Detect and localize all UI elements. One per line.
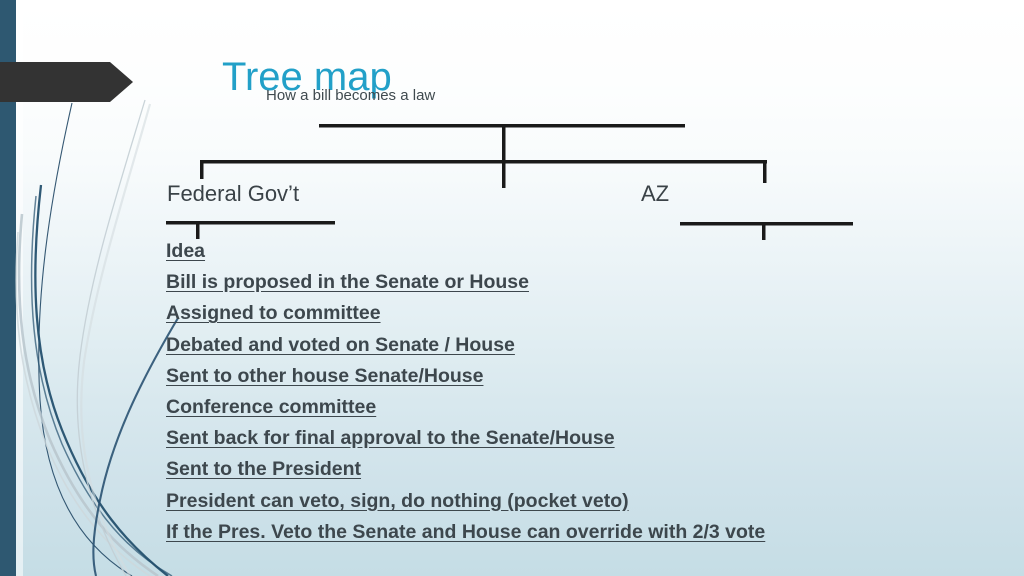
list-item: If the Pres. Veto the Senate and House c… <box>166 520 766 543</box>
tree-line-trunk-vertical <box>502 124 506 188</box>
list-item: Assigned to committee <box>166 302 381 325</box>
tree-line-right-branch-vertical <box>763 160 767 183</box>
list-item: Idea <box>166 240 206 262</box>
tree-node-federal-gov: Federal Gov’t <box>167 181 300 206</box>
tree-line-left-branch-vertical <box>200 160 204 179</box>
list-item: Sent back for final approval to the Sena… <box>166 427 615 450</box>
list-item: Bill is proposed in the Senate or House <box>166 271 529 294</box>
tree-line-branch-horizontal <box>200 160 767 164</box>
tree-node-az: AZ <box>641 181 670 206</box>
list-item: Conference committee <box>166 396 377 419</box>
tree-line-right-leaf-horizontal <box>680 222 853 226</box>
list-item: President can veto, sign, do nothing (po… <box>166 489 629 512</box>
bill-process-list: Idea Bill is proposed in the Senate or H… <box>166 236 926 548</box>
slide-canvas: Tree map How a bill becomes a law Federa… <box>0 0 1024 576</box>
list-item: Sent to other house Senate/House <box>166 364 484 387</box>
list-item: Sent to the President <box>166 458 362 481</box>
tree-line-left-leaf-horizontal <box>166 221 335 225</box>
list-item: Debated and voted on Senate / House <box>166 333 515 356</box>
